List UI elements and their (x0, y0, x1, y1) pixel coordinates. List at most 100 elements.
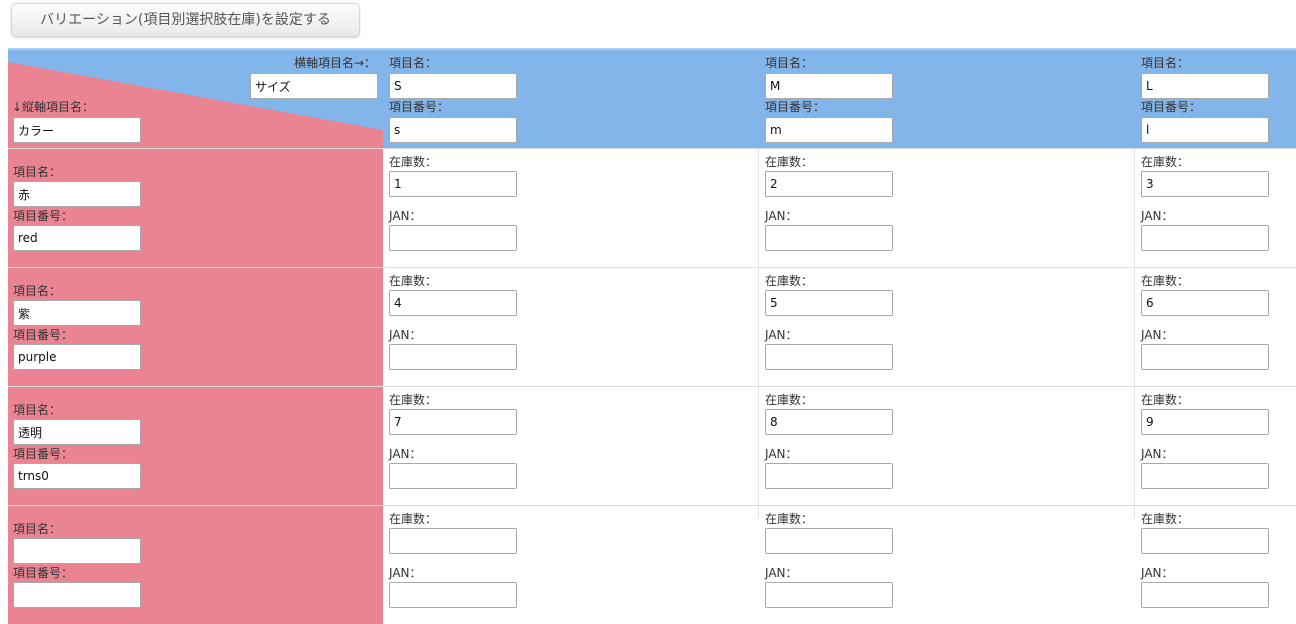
stock-label: 在庫数： (389, 274, 438, 288)
stock-cell: 在庫数： JAN： (383, 268, 759, 386)
column-item-number-label: 項目番号： (1141, 100, 1202, 114)
jan-input[interactable] (1141, 582, 1269, 608)
stock-input[interactable] (765, 290, 893, 316)
stock-input[interactable] (765, 528, 893, 554)
stock-label: 在庫数： (1141, 155, 1190, 169)
jan-label: JAN： (389, 566, 422, 580)
jan-input[interactable] (1141, 225, 1269, 251)
row-header-1: 項目名： 項目番号： (8, 149, 383, 267)
jan-label: JAN： (765, 209, 798, 223)
stock-input[interactable] (1141, 528, 1269, 554)
column-item-number-input[interactable] (1141, 117, 1269, 143)
stock-cell: 在庫数： JAN： (383, 149, 759, 267)
jan-input[interactable] (1141, 344, 1269, 370)
stock-label: 在庫数： (389, 393, 438, 407)
jan-label: JAN： (389, 209, 422, 223)
vertical-axis-name-input[interactable] (13, 117, 141, 143)
row-item-number-label: 項目番号： (13, 328, 74, 342)
column-item-name-input[interactable] (389, 73, 517, 99)
stock-label: 在庫数： (1141, 393, 1190, 407)
column-item-number-input[interactable] (765, 117, 893, 143)
column-item-number-input[interactable] (389, 117, 517, 143)
jan-input[interactable] (765, 582, 893, 608)
set-variation-button[interactable]: バリエーション(項目別選択肢在庫)を設定する (11, 3, 360, 37)
stock-cell: 在庫数： JAN： (759, 506, 1135, 624)
row-header-3: 項目名： 項目番号： (8, 387, 383, 505)
stock-cell: 在庫数： JAN： (759, 149, 1135, 267)
row-header-2: 項目名： 項目番号： (8, 268, 383, 386)
stock-cell: 在庫数： JAN： (1135, 506, 1296, 624)
jan-input[interactable] (389, 582, 517, 608)
column-item-name-label: 項目名： (389, 56, 438, 70)
corner-cell: 横軸項目名→： ↓縦軸項目名： (8, 48, 383, 148)
jan-input[interactable] (765, 225, 893, 251)
stock-input[interactable] (389, 290, 517, 316)
column-item-name-input[interactable] (765, 73, 893, 99)
column-header-3: 項目名： 項目番号： (1135, 50, 1296, 148)
stock-cell: 在庫数： JAN： (1135, 268, 1296, 386)
row-item-number-input[interactable] (13, 225, 141, 251)
row-item-name-label: 項目名： (13, 165, 62, 179)
horizontal-axis-name-input[interactable] (250, 73, 378, 99)
stock-input[interactable] (1141, 290, 1269, 316)
column-divider (1134, 148, 1135, 518)
stock-input[interactable] (1141, 409, 1269, 435)
jan-label: JAN： (765, 566, 798, 580)
column-item-number-label: 項目番号： (389, 100, 450, 114)
row-item-name-input[interactable] (13, 300, 141, 326)
stock-label: 在庫数： (765, 393, 814, 407)
stock-label: 在庫数： (765, 512, 814, 526)
jan-label: JAN： (1141, 328, 1174, 342)
column-item-number-label: 項目番号： (765, 100, 826, 114)
column-divider (758, 148, 759, 518)
jan-input[interactable] (389, 463, 517, 489)
stock-input[interactable] (389, 528, 517, 554)
stock-cell: 在庫数： JAN： (383, 387, 759, 505)
variation-stock-grid: 横軸項目名→： ↓縦軸項目名： 項目名： 項目番号： 項目名： 項目番号： 項目名： 項目… (8, 48, 1296, 624)
column-item-name-input[interactable] (1141, 73, 1269, 99)
row-item-number-label: 項目番号： (13, 566, 74, 580)
jan-label: JAN： (1141, 209, 1174, 223)
row-item-name-label: 項目名： (13, 284, 62, 298)
row-item-name-input[interactable] (13, 181, 141, 207)
column-header-2: 項目名： 項目番号： (759, 50, 1135, 148)
row-item-number-label: 項目番号： (13, 447, 74, 461)
jan-input[interactable] (765, 463, 893, 489)
stock-label: 在庫数： (389, 512, 438, 526)
stock-label: 在庫数： (1141, 512, 1190, 526)
stock-input[interactable] (1141, 171, 1269, 197)
stock-label: 在庫数： (1141, 274, 1190, 288)
stock-cell: 在庫数： JAN： (759, 387, 1135, 505)
row-item-number-input[interactable] (13, 344, 141, 370)
row-item-number-label: 項目番号： (13, 209, 74, 223)
jan-input[interactable] (389, 225, 517, 251)
stock-input[interactable] (765, 409, 893, 435)
stock-label: 在庫数： (765, 155, 814, 169)
stock-label: 在庫数： (389, 155, 438, 169)
vertical-axis-label: ↓縦軸項目名： (12, 100, 95, 114)
stock-input[interactable] (389, 409, 517, 435)
jan-input[interactable] (1141, 463, 1269, 489)
row-item-number-input[interactable] (13, 463, 141, 489)
jan-input[interactable] (389, 344, 517, 370)
stock-cell: 在庫数： JAN： (383, 506, 759, 624)
horizontal-axis-label: 横軸項目名→： (294, 56, 377, 70)
jan-label: JAN： (389, 447, 422, 461)
stock-cell: 在庫数： JAN： (1135, 387, 1296, 505)
row-item-name-label: 項目名： (13, 403, 62, 417)
jan-input[interactable] (765, 344, 893, 370)
row-item-name-input[interactable] (13, 419, 141, 445)
stock-cell: 在庫数： JAN： (759, 268, 1135, 386)
row-item-name-label: 項目名： (13, 522, 62, 536)
jan-label: JAN： (1141, 447, 1174, 461)
jan-label: JAN： (1141, 566, 1174, 580)
stock-label: 在庫数： (765, 274, 814, 288)
row-item-number-input[interactable] (13, 582, 141, 608)
column-item-name-label: 項目名： (1141, 56, 1190, 70)
jan-label: JAN： (765, 328, 798, 342)
stock-input[interactable] (765, 171, 893, 197)
row-header-4: 項目名： 項目番号： (8, 506, 383, 624)
row-item-name-input[interactable] (13, 538, 141, 564)
stock-input[interactable] (389, 171, 517, 197)
column-header-1: 項目名： 項目番号： (383, 50, 759, 148)
